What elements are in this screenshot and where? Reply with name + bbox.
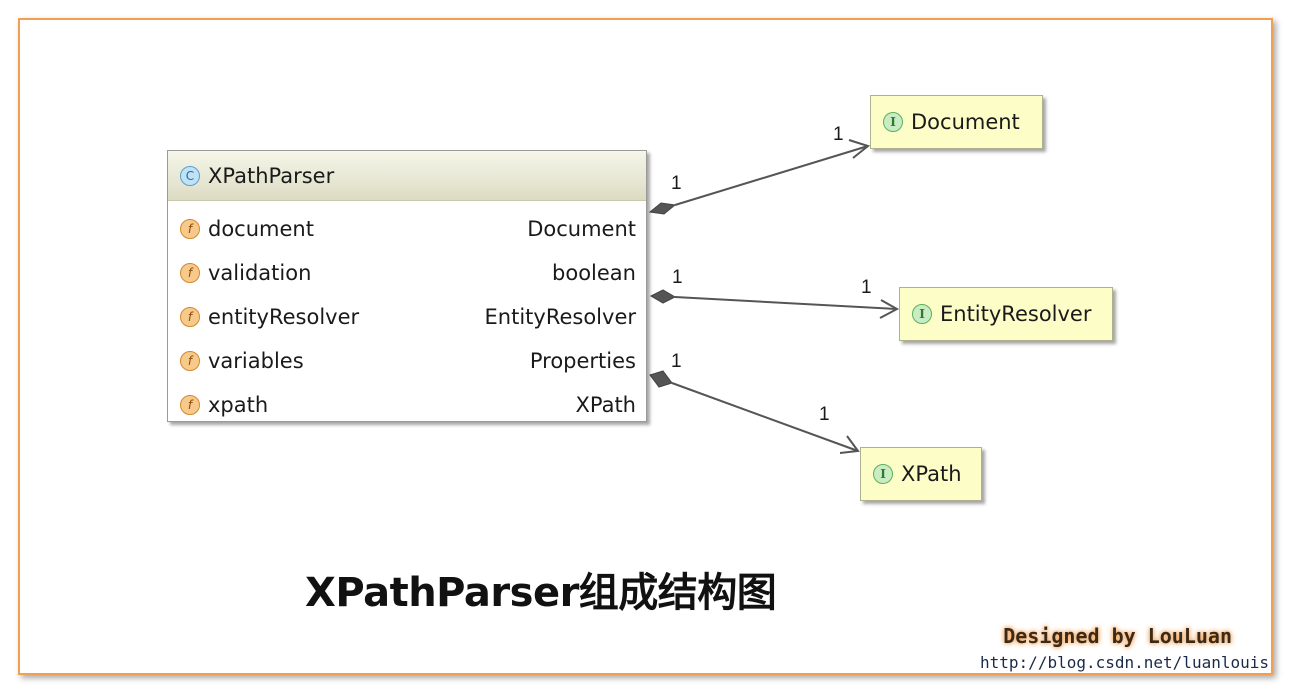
association-line-document: [674, 145, 869, 206]
interface-box-entityresolver[interactable]: I EntityResolver: [899, 287, 1113, 341]
composition-diamond-document: [648, 202, 677, 215]
field-icon: f: [180, 307, 200, 327]
multiplicity-target-document: 1: [833, 124, 844, 145]
class-name: XPathParser: [208, 163, 335, 188]
field-type: XPath: [575, 393, 636, 417]
field-row-validation[interactable]: f validation boolean: [168, 251, 646, 295]
interface-name: EntityResolver: [940, 302, 1092, 326]
field-type: boolean: [552, 261, 636, 285]
field-icon: f: [180, 263, 200, 283]
field-type: Document: [527, 217, 636, 241]
blog-url: http://blog.csdn.net/luanlouis: [980, 653, 1269, 672]
multiplicity-source-entityresolver: 1: [672, 267, 683, 288]
field-icon: f: [180, 351, 200, 371]
multiplicity-source-document: 1: [671, 173, 682, 194]
field-row-xpath[interactable]: f xpath XPath: [168, 383, 646, 427]
class-header: C XPathParser: [168, 151, 646, 201]
xpathparser-class-box[interactable]: C XPathParser f document Document f vali…: [167, 150, 647, 422]
field-row-document[interactable]: f document Document: [168, 207, 646, 251]
composition-diamond-xpath: [649, 370, 673, 388]
multiplicity-target-xpath: 1: [819, 404, 830, 425]
interface-icon: I: [912, 304, 932, 324]
field-name: xpath: [208, 393, 269, 417]
multiplicity-target-entityresolver: 1: [861, 277, 872, 298]
class-icon: C: [180, 165, 200, 186]
interface-icon: I: [883, 112, 903, 132]
field-name: document: [208, 217, 314, 241]
field-type: Properties: [529, 349, 636, 373]
class-fields: f document Document f validation boolean…: [168, 201, 646, 427]
field-name: variables: [208, 349, 304, 373]
designer-credit: Designed by LouLuan: [1003, 624, 1232, 648]
multiplicity-source-xpath: 1: [671, 351, 682, 372]
field-type: EntityResolver: [484, 305, 636, 329]
composition-diamond-entityresolver: [649, 289, 677, 304]
diagram-caption: XPathParser组成结构图: [305, 570, 777, 616]
interface-box-document[interactable]: I Document: [870, 95, 1043, 149]
interface-icon: I: [873, 464, 893, 484]
field-row-entityresolver[interactable]: f entityResolver EntityResolver: [168, 295, 646, 339]
association-line-entityresolver: [674, 296, 898, 310]
interface-box-xpath[interactable]: I XPath: [860, 447, 982, 501]
association-line-xpath: [671, 382, 859, 452]
field-row-variables[interactable]: f variables Properties: [168, 339, 646, 383]
field-name: entityResolver: [208, 305, 360, 329]
interface-name: Document: [911, 110, 1020, 134]
field-icon: f: [180, 219, 200, 239]
interface-name: XPath: [901, 462, 962, 486]
field-name: validation: [208, 261, 312, 285]
field-icon: f: [180, 395, 200, 415]
